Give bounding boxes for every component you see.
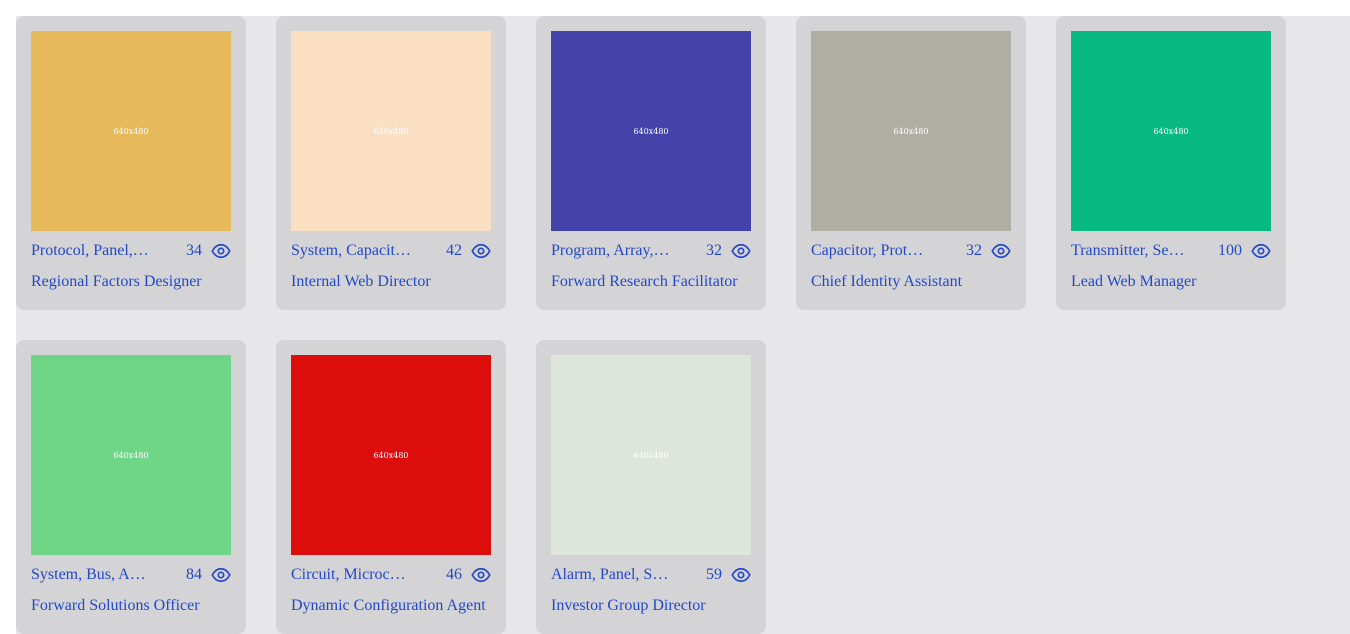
view-count: 42 — [446, 242, 462, 259]
card-title-link[interactable]: Chief Identity Assistant — [811, 273, 1011, 291]
eye-icon — [211, 565, 231, 585]
card-tags: Capacitor, Protocol, Panel — [811, 242, 931, 259]
eye-icon — [1251, 241, 1271, 261]
view-count: 59 — [706, 566, 722, 583]
eye-icon — [731, 241, 751, 261]
image-placeholder-label: 640x480 — [1153, 126, 1189, 136]
card-image[interactable]: 640x480 — [291, 31, 491, 231]
card[interactable]: 640x480 System, Capacitor, Bus 42 Intern… — [276, 16, 506, 310]
card-image[interactable]: 640x480 — [811, 31, 1011, 231]
eye-icon — [991, 241, 1011, 261]
gallery: 640x480 Protocol, Panel, Microchip 34 Re… — [16, 16, 1350, 634]
card-image[interactable]: 640x480 — [31, 31, 231, 231]
card-meta: System, Bus, Array 84 — [31, 565, 231, 585]
view-count: 46 — [446, 566, 462, 583]
card[interactable]: 640x480 Transmitter, Sensor, Bus 100 Lea… — [1056, 16, 1286, 310]
card[interactable]: 640x480 Program, Array, Circuit 32 Forwa… — [536, 16, 766, 310]
card-image[interactable]: 640x480 — [31, 355, 231, 555]
card-meta: Circuit, Microchip, Panel 46 — [291, 565, 491, 585]
image-placeholder-label: 640x480 — [113, 126, 149, 136]
card-image[interactable]: 640x480 — [1071, 31, 1271, 231]
card[interactable]: 640x480 Circuit, Microchip, Panel 46 Dyn… — [276, 340, 506, 634]
card-meta: Capacitor, Protocol, Panel 32 — [811, 241, 1011, 261]
image-placeholder-label: 640x480 — [373, 450, 409, 460]
card-tags: Program, Array, Circuit — [551, 242, 671, 259]
card-title-link[interactable]: Internal Web Director — [291, 273, 491, 291]
card-title-link[interactable]: Lead Web Manager — [1071, 273, 1271, 291]
eye-icon — [211, 241, 231, 261]
card[interactable]: 640x480 Alarm, Panel, System 59 Investor… — [536, 340, 766, 634]
eye-icon — [471, 565, 491, 585]
card[interactable]: 640x480 Protocol, Panel, Microchip 34 Re… — [16, 16, 246, 310]
card-meta: Alarm, Panel, System 59 — [551, 565, 751, 585]
card-title-link[interactable]: Forward Solutions Officer — [31, 597, 231, 615]
card-image[interactable]: 640x480 — [551, 31, 751, 231]
card-meta: Program, Array, Circuit 32 — [551, 241, 751, 261]
card-meta: Protocol, Panel, Microchip 34 — [31, 241, 231, 261]
card-tags: Protocol, Panel, Microchip — [31, 242, 151, 259]
card-tags: Circuit, Microchip, Panel — [291, 566, 411, 583]
view-count: 32 — [706, 242, 722, 259]
image-placeholder-label: 640x480 — [633, 450, 669, 460]
image-placeholder-label: 640x480 — [373, 126, 409, 136]
card-grid: 640x480 Protocol, Panel, Microchip 34 Re… — [16, 16, 1286, 634]
card-tags: System, Capacitor, Bus — [291, 242, 411, 259]
card-title-link[interactable]: Investor Group Director — [551, 597, 751, 615]
card-title-link[interactable]: Dynamic Configuration Agent — [291, 597, 491, 615]
view-count: 100 — [1218, 242, 1242, 259]
card-tags: Transmitter, Sensor, Bus — [1071, 242, 1191, 259]
eye-icon — [471, 241, 491, 261]
image-placeholder-label: 640x480 — [113, 450, 149, 460]
card-title-link[interactable]: Regional Factors Designer — [31, 273, 231, 291]
card-tags: System, Bus, Array — [31, 566, 151, 583]
view-count: 84 — [186, 566, 202, 583]
card[interactable]: 640x480 Capacitor, Protocol, Panel 32 Ch… — [796, 16, 1026, 310]
card-title-link[interactable]: Forward Research Facilitator — [551, 273, 751, 291]
card-meta: System, Capacitor, Bus 42 — [291, 241, 491, 261]
card[interactable]: 640x480 System, Bus, Array 84 Forward So… — [16, 340, 246, 634]
card-image[interactable]: 640x480 — [551, 355, 751, 555]
card-meta: Transmitter, Sensor, Bus 100 — [1071, 241, 1271, 261]
card-tags: Alarm, Panel, System — [551, 566, 671, 583]
eye-icon — [731, 565, 751, 585]
card-image[interactable]: 640x480 — [291, 355, 491, 555]
view-count: 34 — [186, 242, 202, 259]
image-placeholder-label: 640x480 — [633, 126, 669, 136]
image-placeholder-label: 640x480 — [893, 126, 929, 136]
view-count: 32 — [966, 242, 982, 259]
